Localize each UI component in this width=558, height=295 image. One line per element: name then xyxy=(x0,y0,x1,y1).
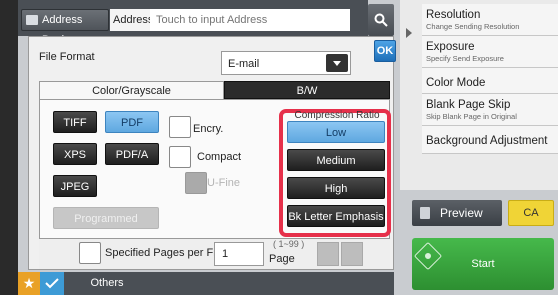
screen: Address Book Address File Format E-mail … xyxy=(18,0,558,295)
format-button-jpeg[interactable]: JPEG xyxy=(53,175,97,197)
menu-item-color-mode[interactable]: Color Mode xyxy=(422,68,558,94)
specified-pages-label: Specified Pages per File xyxy=(105,247,225,259)
address-label: Address xyxy=(110,9,153,31)
decrement-button[interactable] xyxy=(317,242,339,266)
compression-high-button[interactable]: High xyxy=(287,177,385,199)
search-icon xyxy=(374,13,388,27)
menu-item-title: Blank Page Skip xyxy=(426,99,511,111)
search-button[interactable] xyxy=(368,4,394,36)
checkmark-icon xyxy=(45,278,59,289)
u-fine-checkbox xyxy=(185,172,207,194)
preview-button[interactable]: Preview xyxy=(412,200,502,226)
ok-button[interactable]: OK xyxy=(374,40,396,62)
menu-item-exposure[interactable]: Exposure Specify Send Exposure xyxy=(422,36,558,68)
specified-pages-checkbox[interactable] xyxy=(79,242,101,264)
compression-ratio-title: Compression Ratio xyxy=(294,110,380,121)
file-format-dialog: File Format E-mail Color/Grayscale B/W T… xyxy=(28,36,394,270)
menu-item-resolution[interactable]: Resolution Change Sending Resolution xyxy=(422,4,558,36)
preview-icon xyxy=(420,207,430,219)
others-button[interactable]: Others xyxy=(64,272,150,295)
menu-item-blank-page-skip[interactable]: Blank Page Skip Skip Blank Page in Origi… xyxy=(422,94,558,126)
start-button[interactable]: Start xyxy=(412,238,554,290)
format-button-pdfa[interactable]: PDF/A xyxy=(105,143,159,165)
menu-collapse-arrow-icon[interactable] xyxy=(400,20,422,190)
compression-bk-letter-emphasis-button[interactable]: Bk Letter Emphasis xyxy=(287,205,385,227)
file-format-value: E-mail xyxy=(228,58,260,70)
pages-per-file-input[interactable]: 1 xyxy=(214,242,264,266)
address-bar: Address Book Address xyxy=(18,0,368,46)
compact-checkbox[interactable] xyxy=(169,146,191,168)
compression-medium-button[interactable]: Medium xyxy=(287,149,385,171)
menu-item-title: Background Adjustment xyxy=(426,135,548,147)
pages-range-hint: ( 1~99 ) xyxy=(273,239,305,249)
file-format-select[interactable]: E-mail xyxy=(221,51,351,75)
u-fine-label: U-Fine xyxy=(207,177,241,189)
address-book-button[interactable]: Address Book xyxy=(21,9,109,46)
pages-unit-label: Page xyxy=(269,253,295,265)
encry-checkbox[interactable] xyxy=(169,116,191,138)
tab-color-grayscale[interactable]: Color/Grayscale xyxy=(39,81,224,99)
tab-bw[interactable]: B/W xyxy=(224,81,390,99)
address-book-icon xyxy=(26,15,38,25)
menu-item-title: Resolution xyxy=(426,9,481,21)
dropdown-arrow-icon[interactable] xyxy=(326,54,348,72)
programmed-button: Programmed xyxy=(53,207,159,229)
start-label: Start xyxy=(471,258,495,270)
star-icon[interactable]: ★ xyxy=(18,272,40,295)
start-icon xyxy=(413,241,443,271)
menu-item-subtitle: Change Sending Resolution xyxy=(426,22,520,31)
checkmark-button[interactable] xyxy=(40,272,64,295)
format-button-tiff[interactable]: TIFF xyxy=(53,111,97,133)
compact-label: Compact xyxy=(197,151,242,163)
menu-item-title: Exposure xyxy=(426,41,475,53)
format-button-xps[interactable]: XPS xyxy=(53,143,97,165)
increment-button[interactable] xyxy=(341,242,363,266)
menu-item-subtitle: Skip Blank Page in Original xyxy=(426,112,517,121)
preview-label: Preview xyxy=(440,206,483,220)
address-input[interactable] xyxy=(150,9,350,31)
compression-low-button[interactable]: Low xyxy=(287,121,385,143)
menu-item-subtitle: Specify Send Exposure xyxy=(426,54,504,63)
file-format-label: File Format xyxy=(39,51,95,63)
menu-item-background-adjustment[interactable]: Background Adjustment xyxy=(422,126,558,154)
encry-label: Encry. xyxy=(193,123,224,135)
format-button-pdf[interactable]: PDF xyxy=(105,111,159,133)
menu-item-title: Color Mode xyxy=(426,77,486,89)
ca-button[interactable]: CA xyxy=(508,200,554,226)
